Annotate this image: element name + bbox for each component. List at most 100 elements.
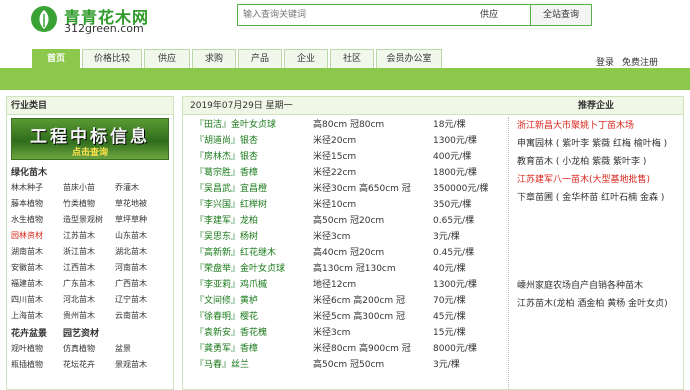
listing-row[interactable]: 『李建军』龙柏 高50cm 冠20cm 0.65元/棵 [183, 213, 503, 229]
listing-row[interactable]: 『李兴国』红榉树 米径10cm 350元/棵 [183, 197, 503, 213]
category-link[interactable]: 苗床小苗 [63, 180, 115, 196]
listing-spec: 米径15cm [313, 152, 357, 162]
listing-price: 70元/棵 [433, 296, 466, 306]
listing-price: 400元/棵 [433, 152, 472, 162]
search-type-value: 供应 [480, 10, 499, 20]
login-link[interactable]: 登录 [596, 55, 614, 68]
category-row: 水生植物 造型景观树 草坪草种 [11, 212, 173, 228]
tab-home[interactable]: 首页 [32, 49, 80, 68]
listing-row[interactable]: 『荣盘举』金叶女贞球 高130cm 冠130cm 40元/棵 [183, 261, 503, 277]
category-link[interactable]: 四川苗木 [11, 292, 63, 308]
listing-spec: 地径12cm [313, 280, 357, 290]
recommended-company-link[interactable]: 嵊州家庭农场自产自销各种苗木 [517, 277, 683, 295]
category-link[interactable]: 河北苗木 [63, 292, 115, 308]
category-link[interactable]: 景观苗木 [115, 357, 167, 373]
recommended-company-link[interactable]: 申寓园林 ( 紫叶李 紫薇 红梅 榆叶梅 ) [517, 135, 683, 153]
listing-row[interactable]: 『高新新』红花继木 高40cm 冠20cm 0.45元/棵 [183, 245, 503, 261]
search-input[interactable] [240, 7, 472, 23]
category-link-hot[interactable]: 园林资材 [11, 228, 63, 244]
category-link[interactable]: 造型景观树 [63, 212, 115, 228]
category-link[interactable]: 云南苗木 [115, 308, 167, 324]
category-row: 瓶插植物 花坛花卉 景观苗木 [11, 357, 173, 373]
listing-name: 『葛宗胜』香樟 [195, 168, 259, 178]
category-sidebar: 行业类目 工程中标信息 点击查询 绿化苗木 林木种子 苗床小苗 乔灌木 藤本植物 竹类… [6, 96, 174, 390]
category-link[interactable]: 福建苗木 [11, 276, 63, 292]
listing-row[interactable]: 『吴昌武』宜昌橙 米径30cm 高650cm 冠 350000元/棵 [183, 181, 503, 197]
listing-row[interactable]: 『李亚莉』鸡爪槭 地径12cm 1300元/棵 [183, 277, 503, 293]
category-row: 上海苗木 贵州苗木 云南苗木 [11, 308, 173, 324]
category-link[interactable]: 盆景 [115, 341, 167, 357]
listing-spec: 米径10cm [313, 200, 357, 210]
category-link[interactable]: 林木种子 [11, 180, 63, 196]
category-link[interactable]: 江苏苗木 [63, 228, 115, 244]
listing-row[interactable]: 『田洁』金叶女贞球 高80cm 冠80cm 18元/棵 [183, 117, 503, 133]
register-link[interactable]: 免费注册 [622, 55, 658, 68]
tab-companies[interactable]: 企业 [284, 49, 328, 68]
sidebar-title: 行业类目 [7, 97, 173, 115]
tab-supply[interactable]: 供应 [144, 49, 190, 68]
category-link[interactable]: 湖北苗木 [115, 244, 167, 260]
category-link[interactable]: 安徽苗木 [11, 260, 63, 276]
tab-member-office[interactable]: 会员办公室 [376, 49, 442, 68]
category-link[interactable]: 广东苗木 [63, 276, 115, 292]
search-button[interactable]: 全站查询 [530, 4, 592, 26]
listing-price: 45元/棵 [433, 312, 466, 322]
listing-row[interactable]: 『袁新安』香花槐 米径3cm 15元/棵 [183, 325, 503, 341]
category-row: 湖南苗木 浙江苗木 湖北苗木 [11, 244, 173, 260]
recommended-company-link[interactable]: 江苏苗木(龙柏 酒金柏 黄杨 金叶女贞) [517, 295, 683, 313]
category-link[interactable]: 江西苗木 [63, 260, 115, 276]
category-title: 绿化苗木 [11, 168, 48, 178]
category-link[interactable]: 竹类植物 [63, 196, 115, 212]
recommended-company-link[interactable]: 江苏建军八一苗木(大型基地批售) [517, 171, 683, 189]
category-link[interactable]: 辽宁苗木 [115, 292, 167, 308]
listing-row[interactable]: 『马春』丝兰 高50cm 冠50cm 3元/棵 [183, 357, 503, 373]
category-link[interactable]: 湖南苗木 [11, 244, 63, 260]
category-link[interactable]: 草坪草种 [115, 212, 167, 228]
category-link[interactable]: 河南苗木 [115, 260, 167, 276]
tab-purchase[interactable]: 求购 [192, 49, 236, 68]
listing-name: 『徐春明』樱花 [195, 312, 259, 322]
category-link[interactable]: 观叶植物 [11, 341, 63, 357]
recommended-company-link[interactable]: 教育苗木 ( 小龙柏 紫薇 紫叶李 ) [517, 153, 683, 171]
category-link[interactable]: 花坛花卉 [63, 357, 115, 373]
listing-price: 0.65元/棵 [433, 216, 475, 226]
tab-price-compare[interactable]: 价格比较 [82, 49, 142, 68]
category-link[interactable]: 广西苗木 [115, 276, 167, 292]
category-link[interactable]: 贵州苗木 [63, 308, 115, 324]
category-link[interactable]: 藤本植物 [11, 196, 63, 212]
category-link[interactable]: 浙江苗木 [63, 244, 115, 260]
listing-name: 『荣盘举』金叶女贞球 [195, 264, 286, 274]
site-logo[interactable]: 青青花木网 312green.com [30, 2, 170, 38]
flower-bonsai-title: 花卉盆景 [11, 329, 48, 339]
listing-row[interactable]: 『吴思东』杨树 米径3cm 3元/棵 [183, 229, 503, 245]
listing-price: 15元/棵 [433, 328, 466, 338]
listing-price: 0.45元/棵 [433, 248, 475, 258]
listing-row[interactable]: 『徐春明』樱花 米径5cm 高300cm 冠 45元/棵 [183, 309, 503, 325]
recommended-company-link[interactable]: 下章苗圃 ( 金华杯苗 红叶石楠 金森 ) [517, 189, 683, 207]
category-link[interactable]: 山东苗木 [115, 228, 167, 244]
tender-info-banner[interactable]: 工程中标信息 点击查询 [11, 118, 169, 160]
listing-row[interactable]: 『房林杰』银杏 米径15cm 400元/棵 [183, 149, 503, 165]
tab-community[interactable]: 社区 [330, 49, 374, 68]
recommended-companies: 浙江新昌大市聚姚卜丁苗木场 申寓园林 ( 紫叶李 紫薇 红梅 榆叶梅 ) 教育苗木 … [517, 117, 683, 313]
category-link[interactable]: 仿真植物 [63, 341, 115, 357]
listing-price: 3元/棵 [433, 232, 460, 242]
category-link[interactable]: 上海苗木 [11, 308, 63, 324]
category-link[interactable]: 水生植物 [11, 212, 63, 228]
category-row: 园林资材 江苏苗木 山东苗木 [11, 228, 173, 244]
category-link[interactable]: 乔灌木 [115, 180, 167, 196]
listing-row[interactable]: 『胡道尚』银杏 米径20cm 1300元/棵 [183, 133, 503, 149]
tab-products[interactable]: 产品 [238, 49, 282, 68]
listing-price: 1300元/棵 [433, 136, 477, 146]
listing-spec: 高80cm 冠80cm [313, 120, 385, 130]
listing-row[interactable]: 『文间修』黄栌 米径6cm 高200cm 冠 70元/棵 [183, 293, 503, 309]
recommended-company-link[interactable]: 浙江新昌大市聚姚卜丁苗木场 [517, 117, 683, 135]
category-link[interactable]: 草花地被 [115, 196, 167, 212]
category-link[interactable]: 瓶插植物 [11, 357, 63, 373]
logo-domain: 312green.com [64, 22, 144, 35]
listing-row[interactable]: 『葛宗胜』香樟 米径22cm 1800元/棵 [183, 165, 503, 181]
listing-row[interactable]: 『龚勇军』香樟 米径80cm 高900cm 冠 8000元/棵 [183, 341, 503, 357]
green-banner-bar [0, 68, 690, 90]
listing-name: 『马春』丝兰 [195, 360, 250, 370]
listing-spec: 米径20cm [313, 136, 357, 146]
